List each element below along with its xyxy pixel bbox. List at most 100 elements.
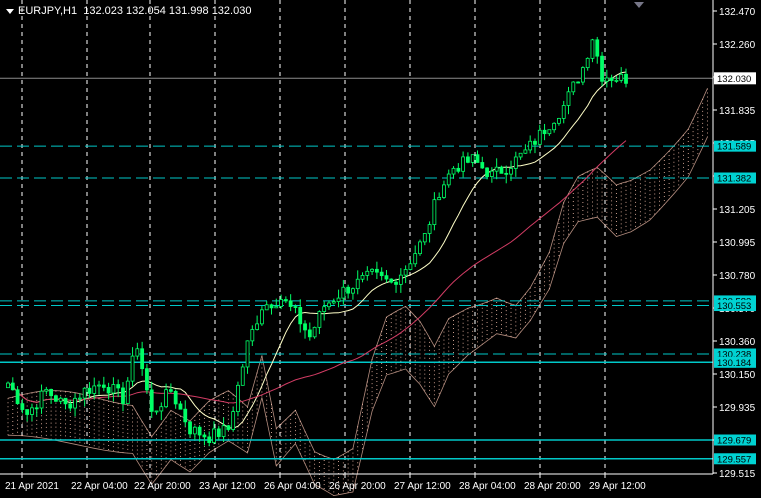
candle-body[interactable]	[312, 326, 317, 338]
candle-body[interactable]	[604, 77, 609, 82]
candle-body[interactable]	[236, 384, 240, 412]
candle-body[interactable]	[240, 366, 245, 386]
candle-body[interactable]	[116, 384, 121, 389]
candle-body[interactable]	[269, 304, 274, 309]
candle-body[interactable]	[68, 403, 73, 409]
candle-body[interactable]	[15, 389, 20, 405]
candle-body[interactable]	[374, 268, 379, 273]
candle-body[interactable]	[446, 173, 451, 186]
candle-body[interactable]	[513, 156, 518, 169]
candle-body[interactable]	[322, 306, 327, 312]
candle-body[interactable]	[178, 403, 183, 410]
candle-body[interactable]	[389, 278, 394, 283]
candle-body[interactable]	[580, 67, 585, 83]
candle-body[interactable]	[470, 154, 475, 163]
candle-body[interactable]	[39, 390, 44, 409]
candle-body[interactable]	[418, 241, 422, 255]
candle-body[interactable]	[54, 395, 58, 402]
candle-body[interactable]	[87, 387, 92, 394]
candle-body[interactable]	[283, 299, 288, 302]
candle-body[interactable]	[111, 384, 116, 394]
candle-body[interactable]	[58, 397, 63, 402]
candle-body[interactable]	[125, 380, 130, 404]
candle-body[interactable]	[183, 408, 188, 423]
candle-body[interactable]	[168, 389, 173, 392]
candle-body[interactable]	[499, 166, 504, 174]
candle-body[interactable]	[413, 253, 418, 265]
candle-body[interactable]	[279, 299, 283, 307]
candle-body[interactable]	[298, 306, 303, 325]
candle-body[interactable]	[365, 270, 370, 276]
candle-body[interactable]	[197, 426, 202, 436]
candle-body[interactable]	[106, 387, 111, 394]
candle-body[interactable]	[336, 297, 341, 302]
candle-body[interactable]	[346, 286, 351, 294]
candle-body[interactable]	[600, 55, 604, 82]
candle-body[interactable]	[34, 407, 39, 410]
candle-body[interactable]	[360, 274, 365, 280]
candle-body[interactable]	[202, 434, 207, 438]
candle-body[interactable]	[398, 274, 403, 285]
candle-body[interactable]	[101, 384, 106, 388]
candle-body[interactable]	[355, 278, 360, 290]
candle-body[interactable]	[427, 224, 432, 234]
candle-body[interactable]	[384, 275, 389, 280]
candle-body[interactable]	[10, 382, 15, 391]
candle-body[interactable]	[542, 129, 547, 135]
candle-body[interactable]	[451, 167, 456, 175]
candle-body[interactable]	[595, 39, 600, 57]
candle-body[interactable]	[403, 269, 408, 276]
candle-body[interactable]	[173, 390, 178, 405]
candle-body[interactable]	[331, 301, 336, 304]
candle-body[interactable]	[317, 311, 322, 328]
candle-body[interactable]	[154, 410, 159, 413]
candle-body[interactable]	[63, 397, 68, 405]
price-chart[interactable]: 132.470132.260132.050131.835131.625131.4…	[0, 0, 761, 498]
candle-body[interactable]	[97, 384, 101, 387]
candle-body[interactable]	[552, 122, 557, 131]
candle-body[interactable]	[537, 129, 542, 145]
candle-body[interactable]	[466, 156, 470, 163]
candle-body[interactable]	[192, 426, 197, 435]
candle-body[interactable]	[379, 271, 384, 277]
candle-body[interactable]	[475, 154, 480, 163]
candle-body[interactable]	[442, 184, 446, 198]
candle-body[interactable]	[437, 197, 442, 201]
candle-body[interactable]	[547, 129, 552, 135]
candle-body[interactable]	[609, 77, 614, 81]
candle-body[interactable]	[188, 421, 192, 435]
candle-body[interactable]	[77, 397, 82, 400]
candle-body[interactable]	[485, 167, 489, 177]
candle-body[interactable]	[624, 73, 628, 84]
candle-body[interactable]	[231, 411, 236, 430]
candle-body[interactable]	[518, 152, 523, 158]
candle-body[interactable]	[533, 140, 537, 145]
candle-body[interactable]	[585, 57, 590, 69]
candle-body[interactable]	[82, 387, 87, 399]
candle-body[interactable]	[590, 39, 595, 59]
candle-body[interactable]	[557, 118, 561, 124]
candle-body[interactable]	[461, 156, 466, 172]
candle-body[interactable]	[307, 329, 312, 338]
candle-body[interactable]	[264, 304, 269, 311]
candle-body[interactable]	[159, 406, 164, 412]
candle-body[interactable]	[92, 385, 97, 394]
candle-body[interactable]	[207, 436, 212, 443]
candle-body[interactable]	[370, 268, 374, 272]
candle-body[interactable]	[245, 340, 250, 368]
candle-body[interactable]	[341, 286, 346, 299]
candle-body[interactable]	[293, 306, 298, 308]
candle-body[interactable]	[566, 91, 571, 106]
candle-body[interactable]	[432, 199, 437, 226]
candle-body[interactable]	[509, 168, 513, 175]
candle-body[interactable]	[614, 79, 619, 82]
candle-body[interactable]	[561, 105, 566, 119]
candle-body[interactable]	[494, 166, 499, 172]
candle-body[interactable]	[250, 329, 255, 342]
candle-body[interactable]	[504, 172, 509, 175]
chevron-down-icon[interactable]	[6, 8, 14, 14]
candle-body[interactable]	[528, 140, 533, 151]
candle-body[interactable]	[20, 403, 25, 410]
candle-body[interactable]	[149, 389, 154, 412]
candle-body[interactable]	[255, 323, 260, 330]
